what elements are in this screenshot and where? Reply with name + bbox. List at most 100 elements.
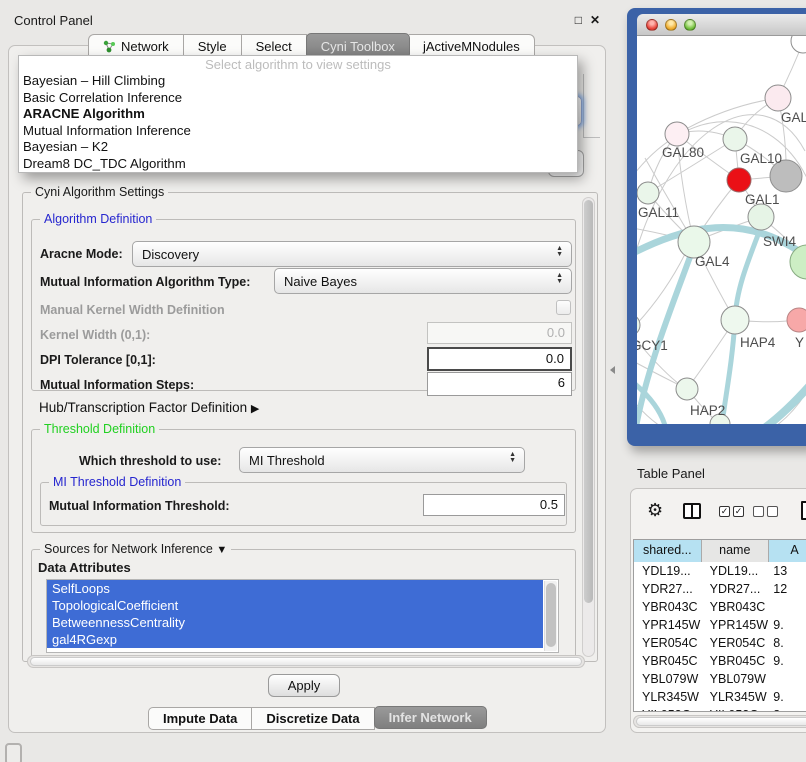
scrollbar-thumb[interactable] (546, 583, 556, 647)
table-cell: YDR27... (702, 580, 770, 598)
docked-panel-icon[interactable] (5, 743, 22, 762)
table-row[interactable]: YPR145WYPR145W9. (634, 616, 806, 634)
apply-button[interactable]: Apply (268, 674, 340, 697)
mi-type-value: Naive Bayes (284, 274, 357, 289)
table-cell: YIL052C (634, 706, 702, 712)
table-row[interactable]: YIL052CYIL052C8 (634, 706, 806, 712)
table-cell: YIL052C (702, 706, 770, 712)
network-node[interactable] (676, 378, 698, 400)
network-node[interactable] (765, 85, 791, 111)
checkbox-checked-icon[interactable]: ✓ (733, 506, 744, 517)
tab-impute-data[interactable]: Impute Data (148, 707, 252, 730)
table-row[interactable]: YDR27...YDR27...12 (634, 580, 806, 598)
tab-discretize-data[interactable]: Discretize Data (252, 707, 374, 730)
tab-infer-network[interactable]: Infer Network (374, 706, 487, 729)
table-cell: YER054C (702, 634, 770, 652)
columns-icon[interactable] (683, 503, 701, 519)
threshold-definition-title: Threshold Definition (44, 422, 155, 436)
minimize-window-icon[interactable] (665, 19, 677, 31)
network-node[interactable] (748, 204, 774, 230)
column-header[interactable]: A (769, 540, 806, 562)
table-cell: YLR345W (634, 688, 702, 706)
network-node[interactable] (787, 308, 806, 332)
float-panel-icon[interactable]: □ (575, 13, 582, 27)
algorithm-option[interactable]: Bayesian – Hill Climbing (19, 73, 577, 90)
covered-groupbox-edge (583, 74, 600, 138)
dpi-tolerance-field[interactable]: 0.0 (427, 347, 572, 371)
hub-section-label: Hub/Transcription Factor Definition (39, 400, 247, 415)
dropdown-placeholder: Select algorithm to view settings (19, 56, 577, 73)
document-icon[interactable] (801, 501, 806, 520)
table-row[interactable]: YBR045CYBR045C9. (634, 652, 806, 670)
table-row[interactable]: YER054CYER054C8. (634, 634, 806, 652)
checkbox-empty-icon[interactable] (767, 506, 778, 517)
settings-horizontal-scrollbar[interactable] (27, 655, 585, 668)
table-row[interactable]: YDL19...YDL19...13 (634, 562, 806, 580)
checkbox-checked-icon[interactable]: ✓ (719, 506, 730, 517)
table-row[interactable]: YBL079WYBL079W (634, 670, 806, 688)
column-header[interactable]: name (702, 540, 770, 562)
algorithm-option[interactable]: Dream8 DC_TDC Algorithm (19, 156, 577, 173)
scrollbar-thumb[interactable] (636, 717, 806, 726)
close-window-icon[interactable] (646, 19, 658, 31)
scrollbar-thumb[interactable] (584, 200, 593, 603)
network-node[interactable] (665, 122, 689, 146)
column-header[interactable]: shared... (634, 540, 702, 562)
gear-icon[interactable]: ⚙ (647, 500, 663, 521)
tab-label: Select (256, 39, 292, 54)
network-node[interactable] (723, 127, 747, 151)
attribute-item-selected[interactable]: gal4RGexp (47, 631, 543, 648)
network-window-titlebar[interactable] (637, 14, 806, 36)
mi-type-combobox[interactable]: Naive Bayes ▲▼ (274, 268, 572, 294)
checkbox-empty-icon[interactable] (753, 506, 764, 517)
attribute-item-selected[interactable]: TopologicalCoefficient (47, 597, 543, 614)
algorithm-option[interactable]: Bayesian – K2 (19, 139, 577, 156)
tab-label: Network (121, 39, 169, 54)
split-pane-handle[interactable] (610, 366, 615, 374)
network-node[interactable] (791, 36, 806, 53)
table-horizontal-scrollbar[interactable] (633, 715, 806, 728)
network-node-label: GCY1 (637, 338, 668, 353)
mi-steps-field[interactable]: 6 (427, 372, 572, 396)
aracne-mode-combobox[interactable]: Discovery ▲▼ (132, 241, 572, 267)
kernel-width-label: Kernel Width (0,1): (40, 328, 150, 342)
mi-threshold-field[interactable]: 0.5 (423, 494, 565, 516)
mi-threshold-group: MI Threshold Definition Mutual Informati… (40, 482, 567, 526)
attribute-list-scrollbar[interactable] (544, 581, 557, 651)
algorithm-option[interactable]: ARACNE Algorithm (19, 106, 577, 123)
stepper-icon: ▲▼ (509, 452, 516, 464)
settings-group-title: Cyni Algorithm Settings (31, 185, 168, 199)
table-header-row: shared...nameA (634, 540, 806, 562)
table-toolbar: ⚙ ✓ ✓ (631, 499, 806, 527)
which-threshold-combobox[interactable]: MI Threshold ▲▼ (239, 447, 525, 473)
table-cell: YDL19... (702, 562, 770, 580)
kernel-width-field[interactable]: 0.0 (427, 322, 572, 344)
manual-kernel-label: Manual Kernel Width Definition (40, 303, 225, 317)
manual-kernel-checkbox[interactable] (556, 300, 571, 315)
which-threshold-value: MI Threshold (249, 453, 325, 468)
network-node-label: GAL7 (781, 110, 806, 125)
close-panel-icon[interactable]: ✕ (590, 13, 600, 27)
expanded-arrow-icon[interactable]: ▼ (216, 544, 227, 556)
network-node-label: GAL11 (638, 205, 679, 220)
attribute-item-selected[interactable]: BetweennessCentrality (47, 614, 543, 631)
algorithm-option[interactable]: Basic Correlation Inference (19, 90, 577, 107)
table-cell: YDL19... (634, 562, 702, 580)
algorithm-option[interactable]: Mutual Information Inference (19, 123, 577, 140)
network-canvas[interactable]: GAL7GAL80GAL10GAL1GAL11SWI4GAL4HAP4YGCY1… (637, 36, 806, 424)
table-cell: YBR045C (702, 652, 770, 670)
sources-title: Sources for Network Inference (44, 542, 213, 556)
settings-vertical-scrollbar[interactable] (582, 197, 595, 657)
scrollbar-thumb[interactable] (30, 657, 582, 666)
network-node[interactable] (727, 168, 751, 192)
table-row[interactable]: YBR043CYBR043C (634, 598, 806, 616)
zoom-window-icon[interactable] (684, 19, 696, 31)
table-panel-title: Table Panel (637, 466, 705, 481)
network-node[interactable] (721, 306, 749, 334)
network-node[interactable] (637, 314, 640, 336)
attribute-item-selected[interactable]: SelfLoops (47, 580, 543, 597)
hub-section-toggle[interactable]: Hub/Transcription Factor Definition ▶ (39, 400, 259, 415)
table-row[interactable]: YLR345WYLR345W9. (634, 688, 806, 706)
table-cell: YBL079W (702, 670, 770, 688)
network-node[interactable] (637, 182, 659, 204)
